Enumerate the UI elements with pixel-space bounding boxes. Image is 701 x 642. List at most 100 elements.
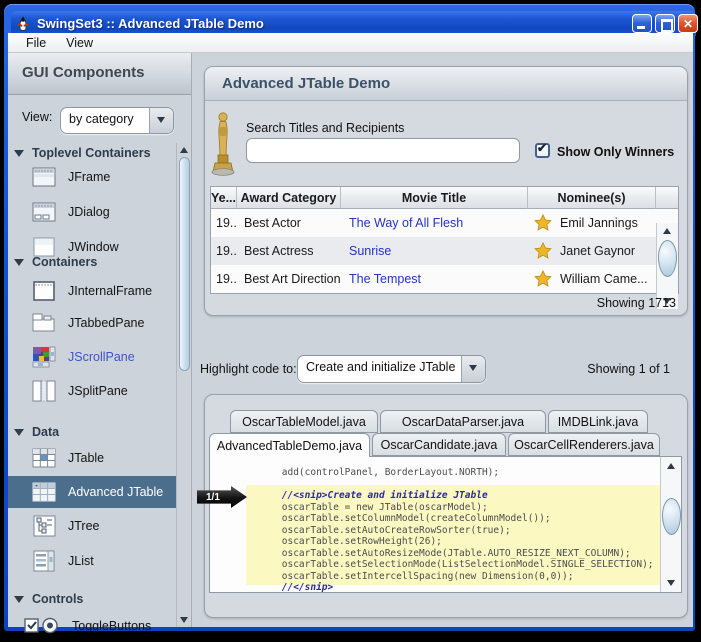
section-label: Data [32, 425, 59, 439]
sidebar-item-jframe[interactable]: JFrame [8, 160, 176, 194]
view-combobox-arrow[interactable] [149, 108, 173, 133]
scroll-down-icon[interactable] [667, 580, 675, 586]
screenshot-root: SwingSet3 :: Advanced JTable Demo ✕ File… [0, 0, 701, 642]
nominee-name: Janet Gaynor [560, 244, 635, 258]
oscar-table-header: Ye... Award Category Movie Title Nominee… [211, 187, 678, 209]
menu-file[interactable]: File [16, 36, 56, 50]
sidebar-item-jinternalframe[interactable]: JInternalFrame [8, 274, 176, 308]
table-scrollbar-thumb[interactable] [658, 240, 677, 277]
winner-star-icon [533, 269, 553, 289]
cell-movie-link[interactable]: The Way of All Flesh [341, 216, 528, 230]
oscar-table: Ye... Award Category Movie Title Nominee… [210, 186, 679, 294]
sidebar-item-jtable[interactable]: JTable [8, 441, 176, 475]
cell-year: 19... [211, 244, 237, 258]
column-header-movie-title[interactable]: Movie Title [341, 187, 528, 209]
jlist-icon [30, 548, 58, 574]
scroll-down-icon[interactable] [180, 617, 188, 623]
column-header-nominees[interactable]: Nominee(s) [528, 187, 656, 209]
sidebar-header-title: GUI Components [22, 64, 145, 81]
item-label: JDialog [68, 205, 110, 219]
sidebar-item-jdialog[interactable]: JDialog [8, 195, 176, 229]
scroll-up-icon[interactable] [180, 147, 188, 153]
sidebar-scrollbar-thumb[interactable] [179, 157, 190, 371]
chevron-down-icon [469, 365, 477, 371]
highlight-combobox-arrow[interactable] [461, 356, 485, 382]
oscar-statue-icon [211, 110, 235, 180]
item-label: JFrame [68, 170, 110, 184]
code-vscrollbar-thumb[interactable] [662, 498, 681, 535]
item-label: JList [68, 554, 94, 568]
highlight-code-combobox[interactable]: Create and initialize JTable [297, 355, 486, 383]
tab-imdblink[interactable]: IMDBLink.java [548, 410, 648, 433]
tab-advancedtabledemo[interactable]: AdvancedTableDemo.java [209, 433, 370, 457]
demo-title: Advanced JTable Demo [222, 75, 390, 92]
column-header-year[interactable]: Ye... [211, 187, 237, 209]
code-line [236, 479, 681, 491]
item-label: Advanced JTable [68, 485, 163, 499]
sidebar-item-jtree[interactable]: JTree [8, 509, 176, 543]
section-label: Toplevel Containers [32, 146, 151, 160]
jtabbedpane-icon [30, 310, 58, 336]
tab-oscartablemodel[interactable]: OscarTableModel.java [230, 410, 378, 433]
sidebar-item-jsplitpane[interactable]: JSplitPane [8, 374, 176, 408]
oscar-table-body: 19... Best Actor The Way of All Flesh Em… [211, 209, 678, 293]
item-label: ToggleButtons [72, 619, 151, 633]
jtree-icon [30, 513, 58, 539]
sidebar-item-jlist[interactable]: JList [8, 544, 176, 578]
table-row[interactable]: 19... Best Actor The Way of All Flesh Em… [211, 209, 678, 237]
advanced-jtable-icon [30, 479, 58, 505]
sidebar-section-containers[interactable]: Containers [8, 252, 176, 272]
column-header-award-category[interactable]: Award Category [237, 187, 341, 209]
sidebar-item-advanced-jtable[interactable]: Advanced JTable [8, 476, 176, 508]
section-label: Controls [32, 592, 83, 606]
item-label: JTree [68, 519, 100, 533]
item-label: JSplitPane [68, 384, 128, 398]
close-button[interactable]: ✕ [678, 14, 698, 33]
cell-category: Best Art Direction [237, 272, 341, 286]
section-label: Containers [32, 255, 97, 269]
search-input[interactable] [246, 138, 520, 163]
menu-view[interactable]: View [56, 36, 103, 50]
cell-movie-link[interactable]: The Tempest [341, 272, 528, 286]
jinternalframe-icon [30, 278, 58, 304]
sidebar-item-jtabbedpane[interactable]: JTabbedPane [8, 306, 176, 340]
code-line: oscarTable.setRowHeight(26); [236, 536, 681, 548]
code-viewport[interactable]: add(controlPanel, BorderLayout.NORTH); /… [209, 456, 682, 593]
snippet-status: Showing 1 of 1 [566, 362, 670, 376]
jframe-icon [30, 164, 58, 190]
tab-oscarcellrenderers[interactable]: OscarCellRenderers.java [508, 433, 660, 456]
scroll-up-icon[interactable] [667, 463, 675, 469]
highlight-code-value: Create and initialize JTable [298, 356, 461, 382]
code-vscrollbar[interactable] [660, 457, 681, 592]
sidebar-section-data[interactable]: Data [8, 422, 176, 442]
cell-movie-link[interactable]: Sunrise [341, 244, 528, 258]
cell-nominee: Emil Jannings [528, 213, 656, 233]
minimize-button[interactable] [632, 14, 652, 33]
show-only-winners-checkbox[interactable] [535, 143, 550, 158]
search-label: Search Titles and Recipients [246, 121, 404, 135]
code-lines: add(controlPanel, BorderLayout.NORTH); /… [210, 467, 681, 593]
sidebar-scrollbar[interactable] [176, 143, 191, 627]
scroll-up-icon[interactable] [663, 228, 671, 234]
view-label: View: [22, 110, 52, 124]
sidebar-section-controls[interactable]: Controls [8, 589, 176, 609]
code-line-comment: //</snip> [236, 582, 681, 593]
table-row[interactable]: 19... Best Art Direction The Tempest Wil… [211, 265, 678, 293]
winner-star-icon [533, 241, 553, 261]
code-line: add(controlPanel, BorderLayout.NORTH); [236, 467, 681, 479]
maximize-button[interactable] [655, 14, 675, 33]
sidebar-item-jscrollpane[interactable]: JScrollPane [8, 340, 176, 374]
item-label: JTabbedPane [68, 316, 144, 330]
winner-star-icon [533, 213, 553, 233]
table-row[interactable]: 19... Best Actress Sunrise Janet Gaynor [211, 237, 678, 265]
view-combobox[interactable]: by category [60, 107, 174, 134]
tab-oscardataparser[interactable]: OscarDataParser.java [380, 410, 546, 433]
sidebar-item-togglebuttons[interactable]: ToggleButtons [8, 609, 176, 642]
togglebuttons-icon [22, 613, 62, 639]
app-duke-icon [15, 16, 31, 32]
tab-oscarcandidate[interactable]: OscarCandidate.java [372, 433, 506, 456]
cell-category: Best Actress [237, 244, 341, 258]
sidebar-header: GUI Components [8, 53, 191, 95]
close-icon: ✕ [683, 17, 693, 31]
nominee-name: William Came... [560, 272, 648, 286]
